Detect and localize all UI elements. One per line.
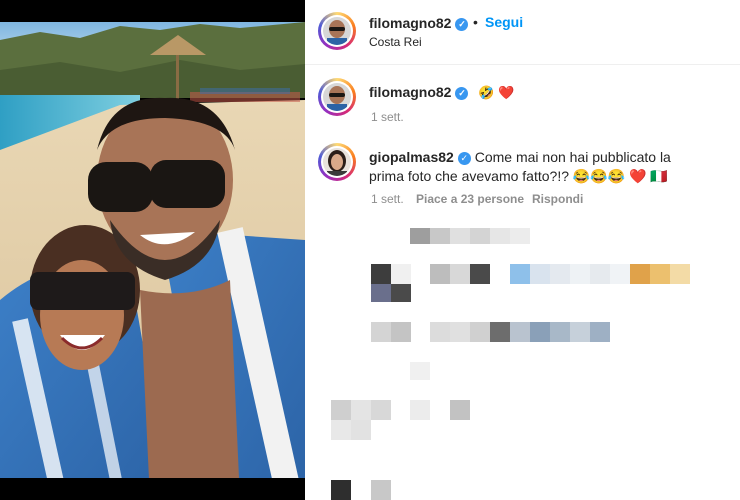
author-avatar-image — [323, 17, 351, 45]
verified-badge-icon: ✓ — [457, 152, 471, 165]
follow-button[interactable]: Segui — [485, 14, 523, 30]
author-username-row: filomagno82 ✓ — [369, 15, 469, 31]
comment-likes[interactable]: Piace a 23 persone — [416, 192, 524, 206]
header-divider — [305, 64, 740, 65]
commenter-avatar-image — [323, 148, 351, 176]
caption-time[interactable]: 1 sett. — [371, 110, 404, 124]
commenter-avatar[interactable] — [318, 143, 356, 181]
caption-author[interactable]: filomagno82 — [369, 84, 451, 100]
caption-row: filomagno82 ✓ 🤣 ❤️ — [369, 84, 514, 101]
beach-selfie-image — [0, 0, 305, 500]
caption-author-avatar[interactable] — [318, 78, 356, 116]
caption-text: 🤣 ❤️ — [478, 85, 515, 100]
author-username[interactable]: filomagno82 — [369, 15, 451, 31]
comment-time[interactable]: 1 sett. — [371, 192, 404, 206]
post-photo[interactable] — [0, 0, 305, 500]
verified-badge-icon: ✓ — [455, 18, 469, 31]
caption-avatar-image — [323, 83, 351, 111]
commenter-username[interactable]: giopalmas82 — [369, 149, 454, 165]
comment-body: giopalmas82 ✓ Come mai non hai pubblicato… — [369, 148, 699, 186]
verified-badge-icon: ✓ — [455, 87, 469, 100]
comment-reply-button[interactable]: Rispondi — [532, 192, 583, 206]
post-location[interactable]: Costa Rei — [369, 35, 422, 49]
post-details-panel: filomagno82 ✓ • Segui Costa Rei filomagno… — [305, 0, 740, 500]
author-avatar[interactable] — [318, 12, 356, 50]
separator-dot: • — [473, 14, 478, 30]
